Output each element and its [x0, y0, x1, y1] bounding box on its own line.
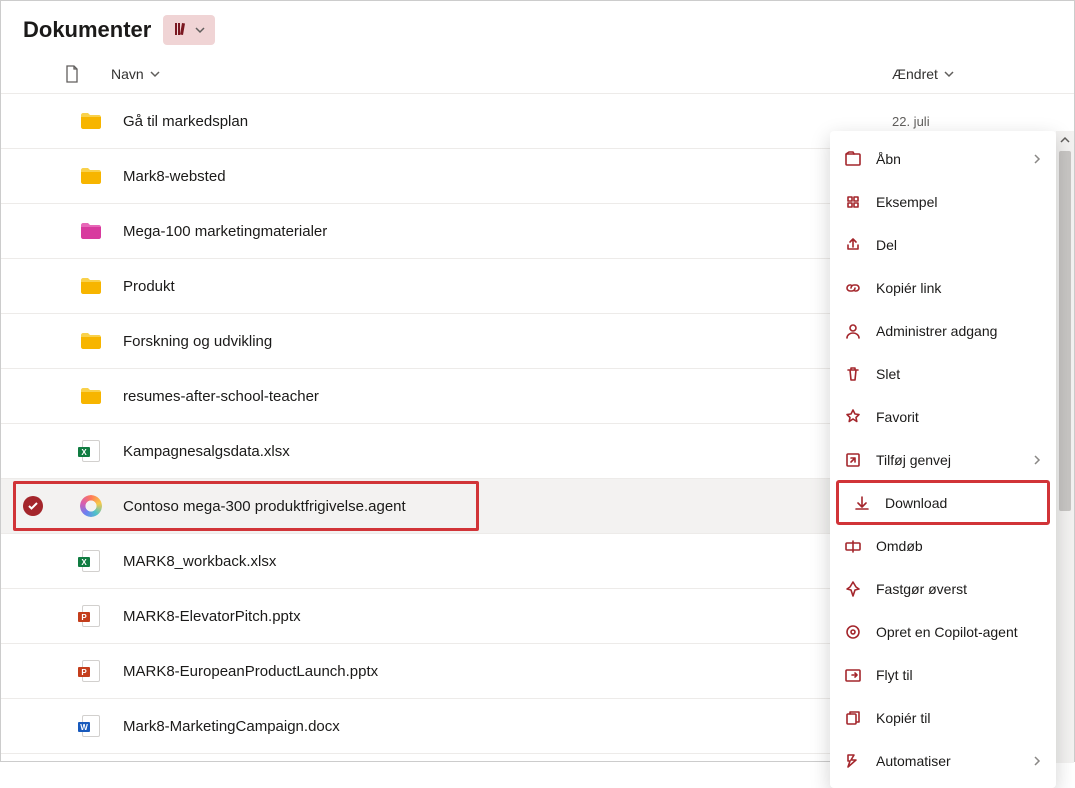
scroll-up-arrow[interactable]: [1056, 131, 1074, 149]
menu-item-label: Fastgør øverst: [876, 581, 967, 597]
rename-icon: [844, 537, 862, 555]
menu-item-download[interactable]: Download: [836, 480, 1050, 525]
column-filetype[interactable]: [23, 65, 83, 83]
menu-item-label: Favorit: [876, 409, 919, 425]
move-icon: [844, 666, 862, 684]
folder-icon: [71, 112, 111, 130]
file-name[interactable]: MARK8_workback.xlsx: [111, 553, 852, 570]
link-icon: [844, 279, 862, 297]
scrollbar[interactable]: [1056, 131, 1074, 763]
column-modified-label: Ændret: [892, 66, 938, 82]
powerpoint-icon: P: [71, 604, 111, 628]
menu-item-open[interactable]: Åbn: [830, 137, 1056, 180]
document-icon: [65, 65, 79, 83]
file-modified: 22. juli: [892, 114, 1052, 129]
file-name[interactable]: MARK8-EuropeanProductLaunch.pptx: [111, 663, 852, 680]
menu-item-preview[interactable]: Eksempel: [830, 180, 1056, 223]
folder-icon: [71, 277, 111, 295]
folder-icon: [71, 387, 111, 405]
share-icon: [844, 236, 862, 254]
column-name-label: Navn: [111, 66, 144, 82]
file-name[interactable]: Mark8-websted: [111, 168, 852, 185]
library-icon: [173, 21, 189, 40]
menu-item-label: Åbn: [876, 151, 901, 167]
file-name[interactable]: Contoso mega-300 produktfrigivelse.agent: [111, 498, 852, 515]
menu-item-label: Slet: [876, 366, 900, 382]
menu-item-favorite[interactable]: Favorit: [830, 395, 1056, 438]
copilot-agent-icon: [844, 623, 862, 641]
folder-icon: [71, 167, 111, 185]
chevron-down-icon: [195, 22, 205, 38]
menu-item-label: Eksempel: [876, 194, 937, 210]
checked-icon: [23, 496, 43, 516]
pin-icon: [844, 580, 862, 598]
shortcut-icon: [844, 451, 862, 469]
menu-item-label: Automatiser: [876, 753, 951, 769]
open-icon: [844, 150, 862, 168]
folder-icon: [71, 332, 111, 350]
menu-item-share[interactable]: Del: [830, 223, 1056, 266]
view-switcher[interactable]: [163, 15, 215, 45]
file-name[interactable]: Mark8-MarketingCampaign.docx: [111, 718, 852, 735]
menu-item-label: Kopiér til: [876, 710, 930, 726]
file-name[interactable]: Kampagnesalgsdata.xlsx: [111, 443, 852, 460]
row-checkbox[interactable]: [23, 496, 71, 516]
column-name[interactable]: Navn: [83, 66, 892, 82]
chevron-right-icon: [1032, 452, 1042, 468]
menu-item-shortcut[interactable]: Tilføj genvej: [830, 438, 1056, 481]
menu-item-link[interactable]: Kopiér link: [830, 266, 1056, 309]
menu-item-delete[interactable]: Slet: [830, 352, 1056, 395]
menu-item-label: Opret en Copilot-agent: [876, 624, 1018, 640]
menu-item-access[interactable]: Administrer adgang: [830, 309, 1056, 352]
copilot-icon: [71, 495, 111, 517]
excel-icon: X: [71, 549, 111, 573]
file-name[interactable]: MARK8-ElevatorPitch.pptx: [111, 608, 852, 625]
menu-item-label: Del: [876, 237, 897, 253]
excel-icon: X: [71, 439, 111, 463]
access-icon: [844, 322, 862, 340]
word-icon: W: [71, 714, 111, 738]
menu-item-label: Administrer adgang: [876, 323, 997, 339]
chevron-down-icon: [150, 69, 160, 79]
delete-icon: [844, 365, 862, 383]
folder-pink-icon: [71, 222, 111, 240]
file-name[interactable]: Mega-100 marketingmaterialer: [111, 223, 852, 240]
page-header: Dokumenter: [1, 1, 1074, 53]
copy-icon: [844, 709, 862, 727]
menu-item-move[interactable]: Flyt til: [830, 653, 1056, 696]
menu-item-automate[interactable]: Automatiser: [830, 739, 1056, 782]
preview-icon: [844, 193, 862, 211]
file-name[interactable]: Gå til markedsplan: [111, 113, 852, 130]
chevron-down-icon: [944, 69, 954, 79]
column-header-row: Navn Ændret: [1, 53, 1074, 94]
menu-item-pin[interactable]: Fastgør øverst: [830, 567, 1056, 610]
file-name[interactable]: Produkt: [111, 278, 852, 295]
automate-icon: [844, 752, 862, 770]
page-title: Dokumenter: [23, 17, 151, 43]
menu-item-label: Tilføj genvej: [876, 452, 951, 468]
favorite-icon: [844, 408, 862, 426]
menu-item-label: Download: [885, 495, 947, 511]
chevron-right-icon: [1032, 753, 1042, 769]
download-icon: [853, 494, 871, 512]
menu-item-copilot-agent[interactable]: Opret en Copilot-agent: [830, 610, 1056, 653]
column-modified[interactable]: Ændret: [892, 66, 1052, 82]
file-name[interactable]: Forskning og udvikling: [111, 333, 852, 350]
chevron-right-icon: [1032, 151, 1042, 167]
file-name[interactable]: resumes-after-school-teacher: [111, 388, 852, 405]
menu-item-copy[interactable]: Kopiér til: [830, 696, 1056, 739]
menu-item-label: Flyt til: [876, 667, 913, 683]
scroll-thumb[interactable]: [1059, 151, 1071, 511]
powerpoint-icon: P: [71, 659, 111, 683]
context-menu: Åbn Eksempel Del Kopiér link Administrer adg…: [830, 131, 1056, 788]
menu-item-label: Omdøb: [876, 538, 923, 554]
menu-item-rename[interactable]: Omdøb: [830, 524, 1056, 567]
menu-item-label: Kopiér link: [876, 280, 941, 296]
